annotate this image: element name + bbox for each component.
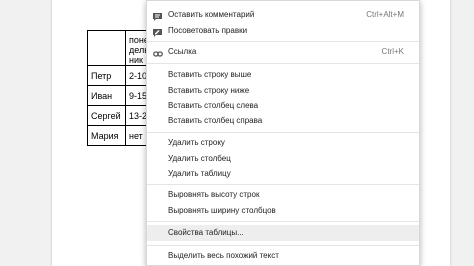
menu-item-equalize-column-width[interactable]: Выровнять ширину столбцов [147, 203, 419, 219]
menu-item-label: Выровнять высоту строк [168, 190, 260, 199]
table-cell[interactable]: Сергей [87, 105, 126, 126]
menu-item-delete-column[interactable]: Удалить столбец [147, 151, 419, 167]
menu-separator [147, 41, 419, 42]
table-cell[interactable]: Мария [87, 125, 126, 146]
menu-separator [147, 63, 419, 64]
menu-item-select-similar-text[interactable]: Выделить весь похожий текст [147, 248, 419, 264]
menu-separator [147, 245, 419, 246]
menu-item-link[interactable]: Ссылка Ctrl+K [147, 44, 419, 60]
menu-item-insert-col-right[interactable]: Вставить столбец справа [147, 113, 419, 129]
menu-item-equalize-row-height[interactable]: Выровнять высоту строк [147, 187, 419, 203]
menu-item-label: Выровнять ширину столбцов [168, 206, 276, 215]
table-cell[interactable]: Иван [87, 85, 126, 106]
menu-separator [147, 132, 419, 133]
menu-item-label: Удалить столбец [168, 154, 231, 163]
menu-item-insert-row-above[interactable]: Вставить строку выше [147, 67, 419, 83]
menu-item-label: Выделить весь похожий текст [168, 251, 279, 260]
menu-item-add-comment[interactable]: Оставить комментарий Ctrl+Alt+M [147, 7, 419, 23]
comment-icon [153, 11, 162, 21]
menu-item-label: Вставить строку ниже [168, 86, 250, 95]
menu-item-insert-col-left[interactable]: Вставить столбец слева [147, 98, 419, 114]
suggest-edit-icon [153, 27, 162, 37]
menu-item-label: Свойства таблицы... [168, 228, 244, 237]
menu-item-shortcut: Ctrl+K [381, 47, 404, 56]
menu-item-label: Удалить строку [168, 138, 225, 147]
menu-item-table-properties[interactable]: Свойства таблицы... [147, 225, 419, 241]
table-cell[interactable] [87, 30, 126, 66]
menu-item-label: Вставить столбец слева [168, 101, 259, 110]
menu-item-label: Вставить столбец справа [168, 116, 263, 125]
menu-item-insert-row-below[interactable]: Вставить строку ниже [147, 83, 419, 99]
menu-item-label: Вставить строку выше [168, 70, 252, 79]
menu-separator [147, 221, 419, 222]
table-cell[interactable]: Петр [87, 65, 126, 86]
menu-item-delete-row[interactable]: Удалить строку [147, 135, 419, 151]
menu-item-label: Посоветовать правки [168, 26, 248, 35]
menu-item-delete-table[interactable]: Удалить таблицу [147, 166, 419, 182]
menu-separator [147, 184, 419, 185]
menu-item-suggest-edits[interactable]: Посоветовать правки [147, 23, 419, 39]
menu-item-label: Ссылка [168, 47, 197, 56]
menu-item-label: Оставить комментарий [168, 10, 255, 19]
context-menu: Оставить комментарий Ctrl+Alt+M Посовето… [146, 0, 420, 266]
link-icon [153, 48, 163, 57]
menu-item-shortcut: Ctrl+Alt+M [366, 10, 404, 19]
menu-item-label: Удалить таблицу [168, 169, 231, 178]
